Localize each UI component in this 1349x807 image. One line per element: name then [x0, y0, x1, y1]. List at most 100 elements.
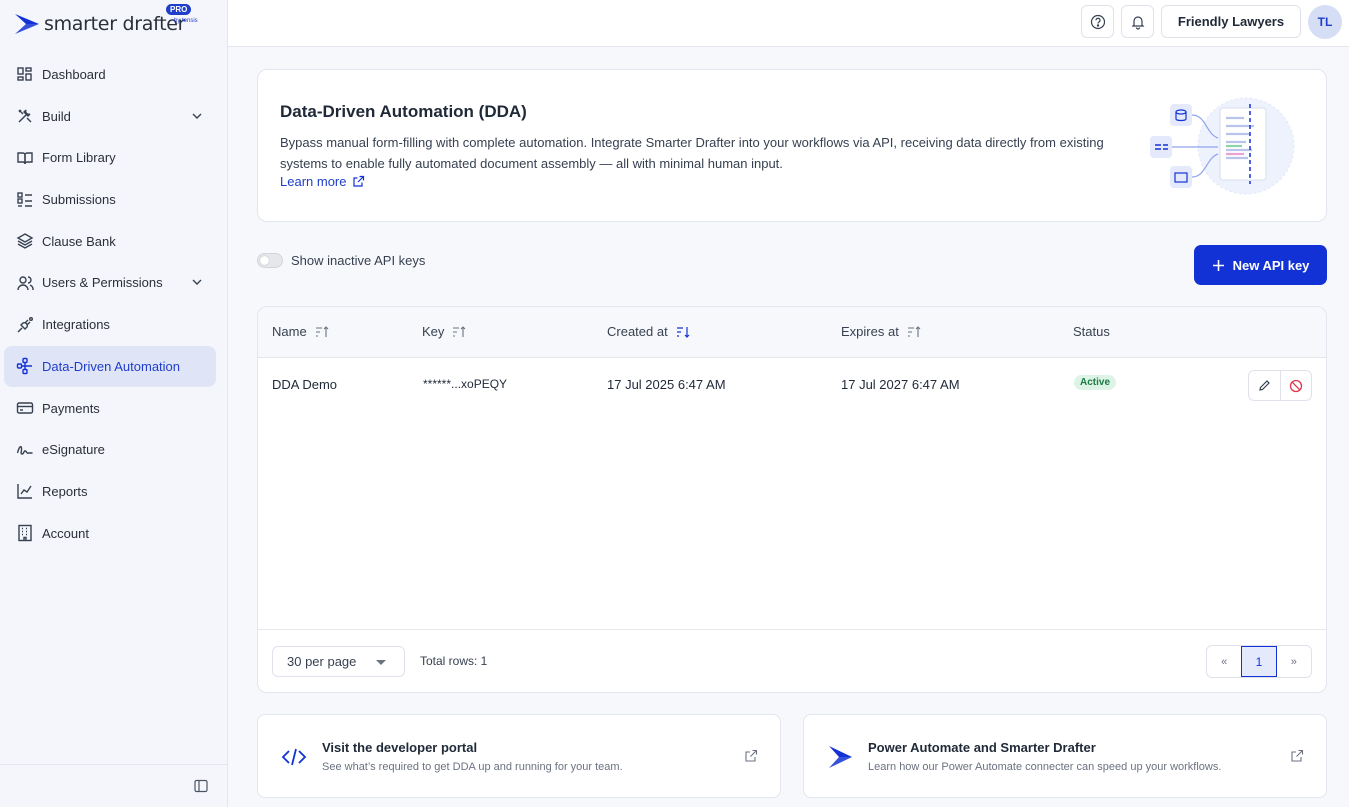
sidebar-item-label: Build	[42, 108, 71, 124]
api-keys-table: Name Key Created at Expires at Status DD…	[257, 306, 1327, 693]
app-logo[interactable]: smarter drafter	[14, 10, 185, 38]
sidebar-item-clause-bank[interactable]: Clause Bank	[4, 221, 216, 262]
sidebar-item-label: Data-Driven Automation	[42, 358, 181, 374]
main-content: Data-Driven Automation (DDA) Bypass manu…	[228, 47, 1349, 807]
sort-icon	[315, 325, 329, 337]
sidebar-item-dashboard[interactable]: Dashboard	[4, 54, 216, 95]
sort-descending-icon	[676, 326, 690, 338]
users-icon	[16, 274, 34, 292]
sidebar-item-label: eSignature	[42, 442, 105, 458]
show-inactive-toggle[interactable]	[257, 253, 283, 268]
grid-icon	[16, 66, 34, 84]
sidebar-item-data-driven-automation[interactable]: Data-Driven Automation	[4, 345, 216, 387]
help-button[interactable]	[1081, 5, 1114, 38]
sidebar-nav: Dashboard Build Form Library Submissions…	[4, 54, 216, 554]
sidebar-item-payments[interactable]: Payments	[4, 388, 216, 429]
developer-portal-card[interactable]: Visit the developer portal See what’s re…	[257, 714, 781, 798]
column-label: Created at	[607, 324, 668, 339]
total-rows: Total rows: 1	[420, 654, 488, 668]
logo-mark-icon	[15, 14, 39, 34]
learn-more-link[interactable]: Learn more	[280, 174, 365, 189]
table-footer: 30 per page Total rows: 1 « 1 »	[258, 629, 1326, 692]
pagination-prev[interactable]: «	[1207, 646, 1241, 677]
card-icon	[16, 399, 34, 417]
logo-text: smarter drafter	[44, 13, 186, 35]
ban-icon	[1289, 379, 1302, 392]
row-actions	[1248, 370, 1312, 401]
per-page-value: 30 per page	[287, 654, 357, 669]
sidebar-item-label: Dashboard	[42, 67, 106, 82]
column-header-created-at[interactable]: Created at	[607, 324, 690, 339]
sidebar-item-label: Clause Bank	[42, 233, 116, 249]
sidebar-item-reports[interactable]: Reports	[4, 471, 216, 512]
sidebar-item-users-permissions[interactable]: Users & Permissions	[4, 262, 216, 303]
table-row[interactable]: DDA Demo ******...xoPEQY 17 Jul 2025 6:4…	[258, 358, 1326, 410]
page-description: Bypass manual form-filling with complete…	[280, 135, 1104, 171]
help-icon	[1090, 14, 1105, 29]
revoke-button[interactable]	[1279, 371, 1312, 400]
building-icon	[16, 524, 34, 542]
sidebar-item-form-library[interactable]: Form Library	[4, 137, 216, 178]
sort-icon	[907, 325, 921, 337]
caret-down-icon	[376, 660, 386, 665]
plus-icon	[1212, 259, 1224, 271]
column-header-status: Status	[1073, 324, 1110, 339]
show-inactive-row: Show inactive API keys	[257, 253, 425, 268]
avatar[interactable]: TL	[1308, 5, 1342, 39]
show-inactive-label: Show inactive API keys	[291, 253, 426, 268]
signature-icon	[16, 441, 34, 459]
code-icon	[281, 748, 307, 766]
sidebar-item-label: Account	[42, 525, 89, 541]
org-switcher-button[interactable]: Friendly Lawyers	[1161, 5, 1301, 38]
chevron-down-icon	[192, 279, 202, 286]
sidebar-item-integrations[interactable]: Integrations	[4, 304, 216, 345]
sidebar-item-label: Integrations	[42, 317, 110, 333]
bell-icon	[1131, 15, 1144, 30]
card-subtitle: Learn how our Power Automate connecter c…	[868, 761, 1222, 773]
per-page-select[interactable]: 30 per page	[272, 646, 405, 677]
tools-icon	[16, 107, 34, 125]
external-link-icon	[353, 175, 365, 187]
power-automate-card[interactable]: Power Automate and Smarter Drafter Learn…	[803, 714, 1327, 798]
external-link-icon	[1291, 749, 1304, 762]
pagination-next[interactable]: »	[1277, 646, 1311, 677]
sidebar-item-account[interactable]: Account	[4, 513, 216, 554]
new-api-key-label: New API key	[1232, 257, 1310, 273]
page-title: Data-Driven Automation (DDA)	[280, 102, 527, 121]
pro-badge: PRO	[166, 4, 192, 15]
sidebar: smarter drafter PRO by tensis Dashboard …	[0, 0, 228, 807]
pagination-page-1[interactable]: 1	[1241, 646, 1277, 677]
plug-icon	[16, 316, 34, 334]
chevron-down-icon	[192, 113, 202, 119]
cell-name: DDA Demo	[272, 377, 338, 392]
sidebar-item-build[interactable]: Build	[4, 96, 216, 137]
sidebar-item-label: Payments	[42, 400, 100, 416]
cell-created-at: 17 Jul 2025 6:47 AM	[607, 377, 726, 392]
pagination: « 1 »	[1206, 645, 1312, 678]
pencil-icon	[1258, 380, 1270, 391]
sidebar-item-label: Reports	[42, 483, 88, 499]
topbar: Friendly Lawyers TL	[228, 0, 1349, 47]
column-header-name[interactable]: Name	[272, 324, 329, 339]
sidebar-collapse-icon[interactable]	[194, 779, 208, 793]
logo-byline: by tensis	[174, 18, 198, 24]
dda-icon	[16, 357, 34, 375]
column-label: Name	[272, 324, 307, 339]
column-header-expires-at[interactable]: Expires at	[841, 324, 921, 339]
card-subtitle: See what’s required to get DDA up and ru…	[322, 761, 623, 773]
notifications-button[interactable]	[1121, 5, 1154, 38]
edit-button[interactable]	[1249, 371, 1280, 400]
sidebar-item-submissions[interactable]: Submissions	[4, 179, 216, 220]
chart-icon	[16, 482, 34, 500]
sidebar-item-esignature[interactable]: eSignature	[4, 429, 216, 470]
cell-key: ******...xoPEQY	[423, 377, 508, 391]
new-api-key-button[interactable]: New API key	[1194, 245, 1327, 285]
smarter-drafter-logo-icon	[829, 746, 852, 768]
column-label: Expires at	[841, 324, 899, 339]
sidebar-item-label: Form Library	[42, 150, 116, 166]
column-header-key[interactable]: Key	[422, 324, 466, 339]
sort-icon	[453, 325, 466, 337]
external-link-icon	[745, 749, 758, 762]
sidebar-footer	[0, 764, 228, 807]
layers-icon	[16, 232, 34, 250]
